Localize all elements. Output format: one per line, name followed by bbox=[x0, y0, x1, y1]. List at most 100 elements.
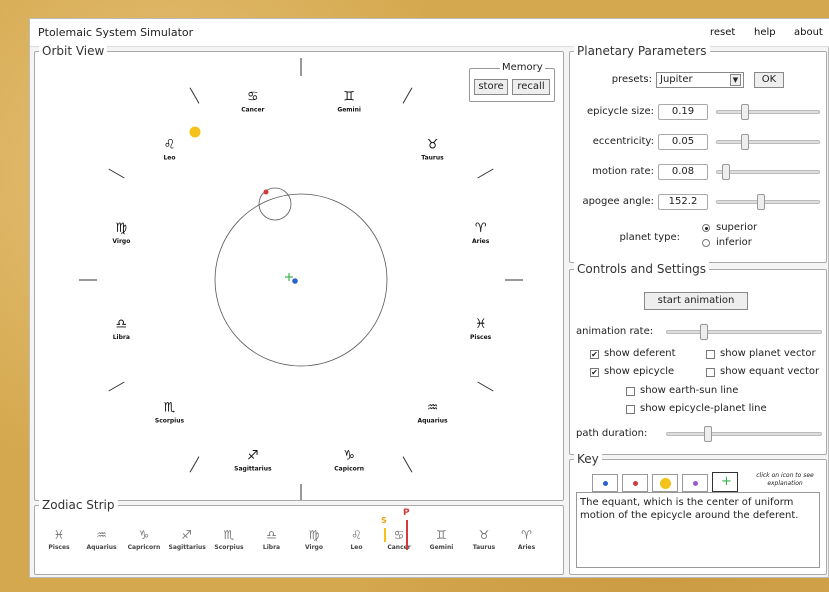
strip-sign-name: Sagittarius bbox=[168, 544, 206, 551]
animation-rate-slider[interactable] bbox=[666, 324, 822, 340]
zodiac-sign-glyph: ♋ bbox=[247, 89, 259, 104]
chevron-down-icon[interactable]: ▼ bbox=[730, 74, 741, 86]
strip-sign-glyph: ♐ bbox=[181, 528, 192, 542]
zodiac-divider-tick bbox=[189, 87, 200, 104]
strip-sign-glyph: ♓ bbox=[53, 528, 65, 542]
strip-sign: ♐ Sagittarius bbox=[168, 528, 206, 551]
simulator-window: Ptolemaic System Simulator reset help ab… bbox=[29, 18, 829, 578]
zodiac-sign-glyph: ♌ bbox=[164, 137, 176, 152]
key-equant-icon[interactable]: + bbox=[712, 472, 738, 492]
planet-marker bbox=[263, 189, 269, 195]
zodiac-sign-name: Cancer bbox=[241, 106, 264, 113]
zodiac-strip-title: Zodiac Strip bbox=[39, 498, 118, 512]
strip-sign-glyph: ♋ bbox=[393, 528, 405, 542]
strip-sign-glyph: ♎ bbox=[266, 528, 277, 542]
param-slider-thumb[interactable] bbox=[741, 104, 749, 120]
show-equant-vector-checkbox[interactable] bbox=[706, 368, 715, 377]
store-button[interactable]: store bbox=[474, 79, 508, 95]
planet-type-inferior-label: inferior bbox=[716, 237, 752, 248]
strip-sign-name: Leo bbox=[350, 544, 363, 551]
orbit-view-canvas[interactable]: ♋ Cancer ♊ Gemini ♉ Taurus ♈ Aries ♓ Pisces ♒ Aquar… bbox=[35, 52, 563, 500]
zodiac-sign-name: Capicorn bbox=[334, 466, 364, 473]
zodiac-divider-tick bbox=[108, 381, 125, 392]
zodiac-sign-name: Aquarius bbox=[417, 418, 448, 425]
planet-type-label: planet type: bbox=[619, 232, 680, 243]
sun-marker-label: S bbox=[381, 516, 387, 525]
param-slider-thumb[interactable] bbox=[721, 164, 730, 180]
key-epicycle-center-icon[interactable] bbox=[682, 474, 708, 492]
key-planet-icon[interactable] bbox=[622, 474, 648, 492]
start-animation-button[interactable]: start animation bbox=[644, 292, 748, 310]
planetary-parameters-panel: Planetary Parameters presets: Jupiter ▼ … bbox=[569, 44, 827, 263]
strip-sign: ♏ Scorpius bbox=[211, 528, 247, 551]
zodiac-divider-tick bbox=[477, 168, 494, 179]
param-value-field[interactable]: 0.05 bbox=[658, 134, 708, 150]
strip-sign: ♒ Aquarius bbox=[84, 528, 120, 551]
param-value-field[interactable]: 0.19 bbox=[658, 104, 708, 120]
memory-group: Memory store recall bbox=[469, 62, 555, 102]
planet-type-inferior-radio[interactable] bbox=[702, 239, 710, 247]
planet-type-superior-radio[interactable] bbox=[702, 224, 710, 232]
zodiac-sign-name: Taurus bbox=[421, 154, 444, 161]
strip-sign: ♋ Cancer bbox=[381, 528, 417, 551]
path-duration-slider[interactable] bbox=[666, 426, 822, 442]
zodiac-divider-tick bbox=[108, 168, 125, 179]
param-slider[interactable] bbox=[716, 194, 820, 210]
strip-sign: ♊ Gemini bbox=[424, 528, 460, 551]
show-planet-vector-checkbox[interactable] bbox=[706, 350, 715, 359]
strip-sign-name: Virgo bbox=[305, 544, 323, 551]
strip-sign-glyph: ♑ bbox=[138, 528, 150, 542]
param-value-field[interactable]: 152.2 bbox=[658, 194, 708, 210]
strip-sign: ♑ Capricorn bbox=[126, 528, 162, 551]
param-value-field[interactable]: 0.08 bbox=[658, 164, 708, 180]
param-slider[interactable] bbox=[716, 134, 820, 150]
show-epicycle-checkbox[interactable]: ✔ bbox=[590, 368, 599, 377]
show-earth-sun-line-checkbox[interactable] bbox=[626, 387, 635, 396]
planetary-parameters-title: Planetary Parameters bbox=[574, 44, 710, 58]
zodiac-sign-glyph: ♎ bbox=[116, 317, 128, 332]
strip-sign: ♎ Libra bbox=[254, 528, 290, 551]
recall-button[interactable]: recall bbox=[512, 79, 550, 95]
strip-sign-glyph: ♈ bbox=[521, 528, 532, 542]
strip-sign-name: Taurus bbox=[472, 544, 496, 551]
param-slider-thumb[interactable] bbox=[741, 134, 749, 150]
key-earth-icon[interactable] bbox=[592, 474, 618, 492]
strip-sign: ♈ Aries bbox=[509, 528, 545, 551]
show-deferent-checkbox[interactable]: ✔ bbox=[590, 350, 599, 359]
param-label: eccentricity: bbox=[592, 136, 654, 147]
strip-sign-glyph: ♒ bbox=[96, 528, 107, 542]
strip-sign-name: Scorpius bbox=[214, 544, 244, 551]
zodiac-sign-name: Virgo bbox=[112, 238, 130, 245]
param-slider[interactable] bbox=[716, 104, 820, 120]
strip-sign-name: Aries bbox=[517, 544, 536, 551]
animation-rate-slider-thumb[interactable] bbox=[699, 324, 708, 340]
key-sun-icon[interactable] bbox=[652, 474, 678, 492]
path-duration-slider-thumb[interactable] bbox=[704, 426, 712, 442]
orbit-view-panel[interactable]: Orbit View ♋ Cancer ♊ Gemini ♉ Taurus ♈ Aries ♓ P… bbox=[34, 44, 564, 501]
planet-marker bbox=[406, 520, 408, 550]
param-slider[interactable] bbox=[716, 164, 820, 180]
reset-link[interactable]: reset bbox=[710, 27, 735, 38]
strip-sign-name: Capricorn bbox=[127, 544, 161, 551]
show-epicycle-planet-line-checkbox[interactable] bbox=[626, 405, 635, 414]
help-link[interactable]: help bbox=[754, 27, 776, 38]
animation-rate-label: animation rate: bbox=[576, 326, 654, 337]
zodiac-sign-name: Sagittarius bbox=[234, 466, 272, 473]
show-equant-vector-label: show equant vector bbox=[720, 366, 820, 377]
zodiac-divider-tick bbox=[189, 456, 200, 473]
zodiac-divider-tick bbox=[477, 381, 494, 392]
strip-sign: ♉ Taurus bbox=[466, 528, 502, 551]
strip-sign: ♓ Pisces bbox=[41, 528, 77, 551]
about-link[interactable]: about bbox=[794, 27, 823, 38]
presets-select[interactable]: Jupiter ▼ bbox=[656, 72, 744, 88]
zodiac-sign-name: Aries bbox=[472, 238, 490, 245]
preset-ok-button[interactable]: OK bbox=[754, 72, 784, 88]
param-slider-thumb[interactable] bbox=[757, 194, 766, 210]
zodiac-divider-tick bbox=[402, 456, 413, 473]
sun-marker bbox=[384, 528, 386, 542]
strip-sign-glyph: ♊ bbox=[436, 528, 447, 542]
zodiac-sign-glyph: ♉ bbox=[427, 137, 439, 152]
zodiac-strip-panel: Zodiac Strip ♓ Pisces ♒ Aquarius ♑ Capricorn ♐… bbox=[34, 498, 564, 575]
presets-label: presets: bbox=[611, 74, 652, 85]
param-label: motion rate: bbox=[592, 166, 654, 177]
